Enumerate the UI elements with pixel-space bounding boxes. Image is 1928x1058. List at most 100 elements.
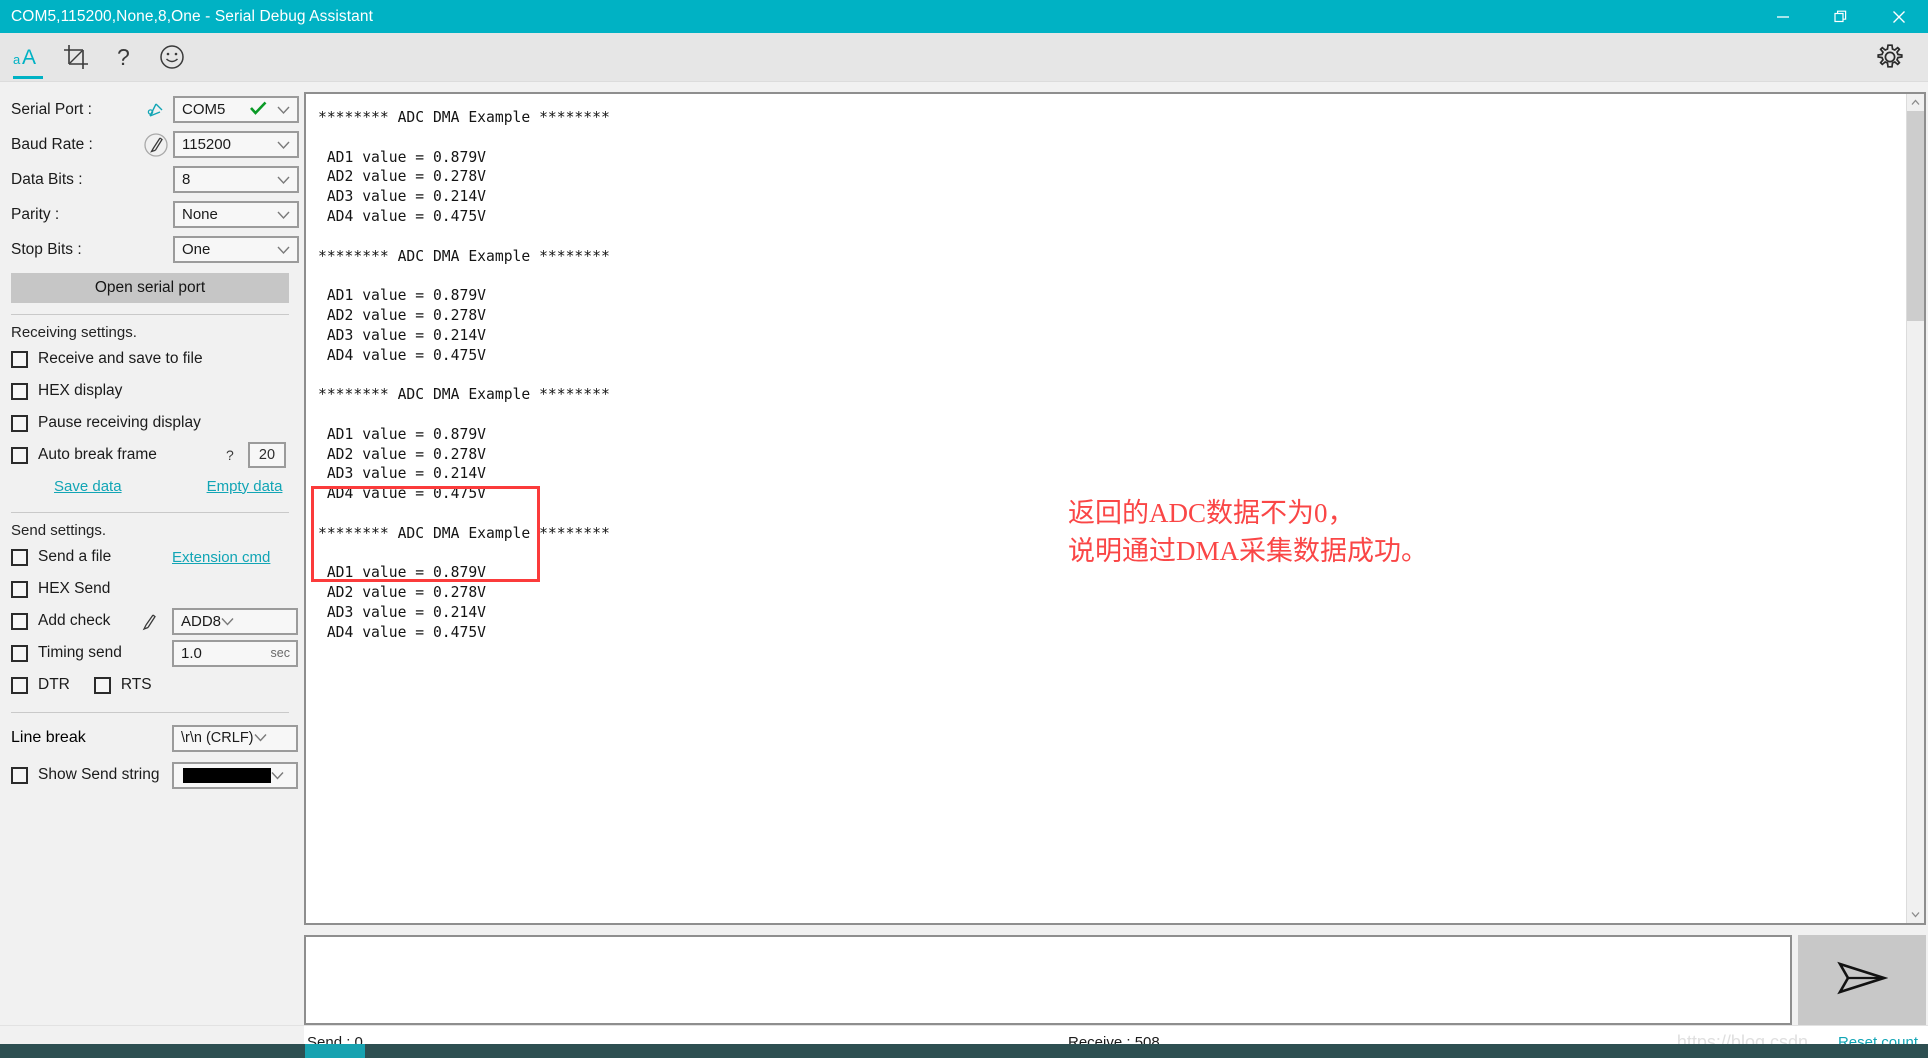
taskbar-active-item[interactable] <box>305 1044 365 1058</box>
toolbar: a A ? <box>0 33 1928 82</box>
stop-bits-select[interactable]: One <box>173 236 299 263</box>
terminal-line: AD2 value = 0.278V <box>318 306 487 324</box>
add-check-checkbox[interactable] <box>11 612 28 630</box>
send-string-color-select[interactable] <box>172 761 298 789</box>
auto-break-frame-row[interactable]: Auto break frame ? 20 <box>0 439 300 471</box>
pause-display-label: Pause receiving display <box>38 414 201 431</box>
send-file-row[interactable]: Send a file Extension cmd <box>0 541 300 573</box>
hex-display-row[interactable]: HEX display <box>0 375 300 407</box>
receive-actions: Save data Empty data <box>0 471 300 501</box>
terminal-line: AD3 value = 0.214V <box>318 465 487 483</box>
terminal-line: ******** ADC DMA Example ******** <box>318 386 610 404</box>
window-title: COM5,115200,None,8,One - Serial Debug As… <box>11 7 373 25</box>
hex-send-checkbox[interactable] <box>11 580 28 598</box>
show-send-string-checkbox[interactable] <box>11 766 28 784</box>
port-refresh-icon[interactable] <box>139 100 173 120</box>
timing-unit-label: sec <box>270 646 290 660</box>
empty-data-link[interactable]: Empty data <box>207 478 283 495</box>
scrollbar-thumb[interactable] <box>1907 111 1924 321</box>
dtr-checkbox[interactable] <box>11 676 28 694</box>
terminal-output[interactable]: ******** ADC DMA Example ******** AD1 va… <box>306 94 1906 923</box>
rts-label: RTS <box>120 676 152 693</box>
terminal-line: AD2 value = 0.278V <box>318 584 487 602</box>
send-button[interactable] <box>1798 935 1926 1025</box>
terminal-scrollbar[interactable] <box>1906 94 1924 923</box>
line-break-value: \r\n (CRLF) <box>181 730 254 746</box>
receive-area: ******** ADC DMA Example ******** AD1 va… <box>304 92 1926 925</box>
timing-send-label: Timing send <box>38 644 122 661</box>
parity-value: None <box>182 206 218 223</box>
show-send-string-row[interactable]: Show Send string <box>0 759 300 791</box>
close-button[interactable] <box>1870 0 1928 33</box>
hex-send-label: HEX Send <box>38 580 111 597</box>
send-file-checkbox[interactable] <box>11 548 28 566</box>
show-send-string-label: Show Send string <box>38 766 160 783</box>
receive-save-row[interactable]: Receive and save to file <box>0 343 300 375</box>
baud-rate-label: Baud Rate : <box>11 135 93 153</box>
receiving-settings-title: Receiving settings. <box>11 324 137 341</box>
gear-icon[interactable] <box>1870 37 1910 77</box>
pause-display-row[interactable]: Pause receiving display <box>0 407 300 439</box>
timing-interval-input[interactable]: 1.0 sec <box>172 639 298 667</box>
pause-display-checkbox[interactable] <box>11 414 28 432</box>
open-serial-port-button[interactable]: Open serial port <box>11 273 289 303</box>
crop-icon[interactable] <box>52 33 100 81</box>
minimize-button[interactable] <box>1754 0 1812 33</box>
chevron-down-icon <box>271 767 284 784</box>
auto-break-help-icon[interactable]: ? <box>226 447 234 463</box>
chevron-down-icon <box>277 101 290 118</box>
terminal-line: AD4 value = 0.475V <box>318 207 487 225</box>
stop-bits-row: Stop Bits : One <box>0 232 300 267</box>
timing-send-checkbox[interactable] <box>11 644 28 662</box>
auto-break-checkbox[interactable] <box>11 446 28 464</box>
data-bits-select[interactable]: 8 <box>173 166 299 193</box>
parity-select[interactable]: None <box>173 201 299 228</box>
add-check-row[interactable]: Add check ADD8 <box>0 605 300 637</box>
main-content: Serial Port : COM5 Baud Rate: 115200 Da… <box>0 82 1928 1025</box>
title-bar: COM5,115200,None,8,One - Serial Debug As… <box>0 0 1928 33</box>
restore-button[interactable] <box>1812 0 1870 33</box>
line-break-row: Line break \r\n (CRLF) <box>0 721 300 755</box>
font-size-icon[interactable]: a A <box>4 33 52 81</box>
scroll-up-icon[interactable] <box>1907 94 1924 111</box>
timing-send-row[interactable]: Timing send 1.0 sec <box>0 637 300 669</box>
terminal-line: AD1 value = 0.879V <box>318 148 487 166</box>
serial-port-value: COM5 <box>182 101 226 118</box>
receive-save-checkbox[interactable] <box>11 350 28 368</box>
baud-edit-icon[interactable] <box>139 132 173 158</box>
terminal-line: AD2 value = 0.278V <box>318 445 487 463</box>
divider <box>11 712 289 713</box>
auto-break-value-input[interactable]: 20 <box>248 442 286 468</box>
chevron-down-icon <box>253 730 267 746</box>
add-check-select[interactable]: ADD8 <box>172 607 298 635</box>
right-pane: ******** ADC DMA Example ******** AD1 va… <box>300 82 1928 1025</box>
terminal-line: AD1 value = 0.879V <box>318 287 487 305</box>
terminal-line: AD4 value = 0.475V <box>318 346 487 364</box>
taskbar <box>0 1044 1928 1058</box>
add-check-edit-icon[interactable] <box>139 613 159 636</box>
color-swatch <box>183 767 271 783</box>
send-file-label: Send a file <box>38 548 112 565</box>
scroll-down-icon[interactable] <box>1907 906 1924 923</box>
serial-port-select[interactable]: COM5 <box>173 96 299 123</box>
annotation-text: 返回的ADC数据不为0， 说明通过DMA采集数据成功。 <box>1068 498 1429 566</box>
hex-send-row[interactable]: HEX Send <box>0 573 300 605</box>
send-input[interactable] <box>304 935 1792 1025</box>
send-area <box>304 935 1926 1025</box>
help-icon[interactable]: ? <box>100 33 148 81</box>
line-break-select[interactable]: \r\n (CRLF) <box>172 724 298 752</box>
terminal-line: ******** ADC DMA Example ******** <box>318 109 610 126</box>
smiley-icon[interactable] <box>148 33 196 81</box>
parity-label: Parity : <box>11 205 60 223</box>
baud-rate-select[interactable]: 115200 <box>173 131 299 158</box>
parity-row: Parity : None <box>0 197 300 232</box>
extension-cmd-link[interactable]: Extension cmd <box>172 549 270 566</box>
hex-display-checkbox[interactable] <box>11 382 28 400</box>
auto-break-label: Auto break frame <box>38 446 157 463</box>
save-data-link[interactable]: Save data <box>54 478 122 495</box>
rts-checkbox[interactable] <box>93 676 111 694</box>
serial-port-row: Serial Port : COM5 <box>0 92 300 127</box>
svg-text:?: ? <box>117 44 130 70</box>
